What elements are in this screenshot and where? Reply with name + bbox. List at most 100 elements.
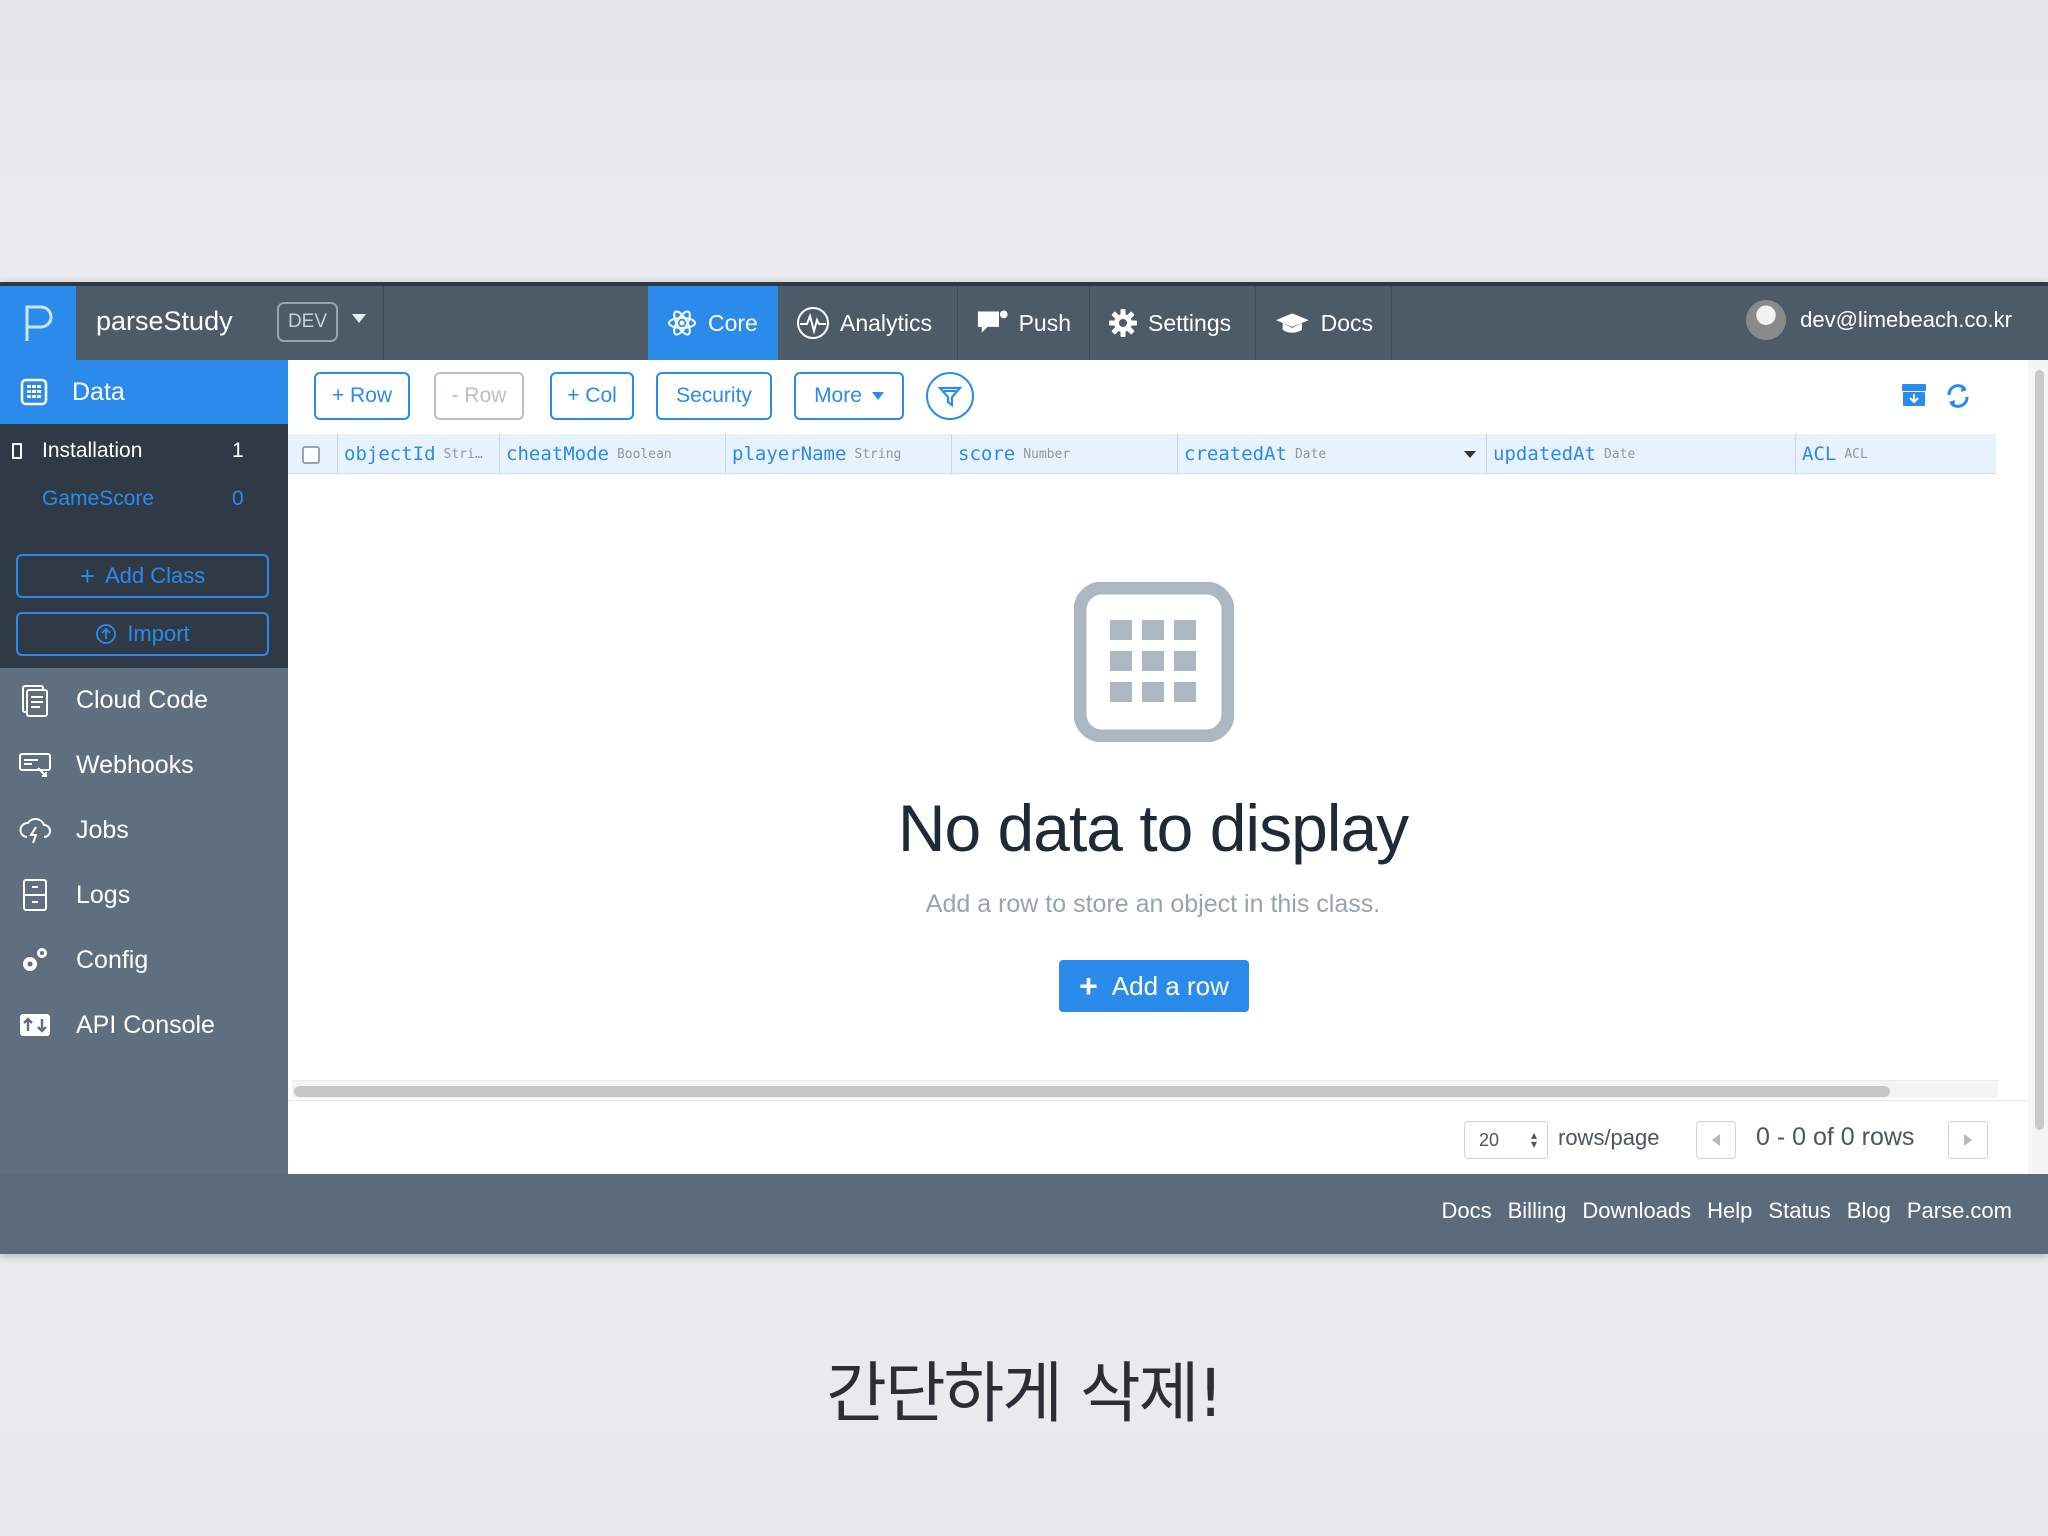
footer-link-downloads[interactable]: Downloads [1582, 1198, 1691, 1224]
sort-descending-icon[interactable] [1464, 451, 1476, 458]
tab-analytics-label: Analytics [840, 309, 933, 336]
sidebar-item-config[interactable]: Config [0, 928, 288, 992]
class-name: Installation [42, 439, 143, 462]
vertical-scrollbar-thumb[interactable] [2035, 370, 2044, 1130]
rows-per-page-label: rows/page [1558, 1125, 1660, 1150]
user-menu[interactable]: dev@limebeach.co.kr [1746, 300, 2012, 340]
class-count: 0 [232, 487, 244, 510]
footer-link-status[interactable]: Status [1768, 1198, 1830, 1224]
export-button[interactable] [1900, 382, 1928, 413]
gear-icon [1109, 309, 1137, 337]
cloud-bolt-icon [19, 818, 51, 844]
sidebar-item-webhooks[interactable]: Webhooks [0, 733, 288, 797]
sidebar-item-data[interactable]: Data [0, 360, 288, 424]
sidebar-item-label: Jobs [76, 815, 129, 844]
filter-button[interactable] [926, 372, 974, 420]
funnel-icon [937, 386, 963, 408]
rows-per-page-value: 20 [1479, 1129, 1500, 1150]
column-type: ACL [1844, 446, 1868, 462]
app-switcher-caret-icon[interactable] [352, 314, 366, 323]
gears-icon [23, 948, 47, 971]
prev-page-button[interactable] [1696, 1121, 1736, 1159]
select-all-checkbox[interactable] [302, 446, 320, 464]
column-type: Stri… [443, 446, 483, 462]
sidebar: Data Installation 1 GameScore 0 + Add Cl… [0, 360, 288, 1174]
sidebar-item-label: Data [72, 377, 125, 406]
add-row-button[interactable]: + Add a row [1059, 960, 1249, 1012]
column-name: cheatMode [506, 443, 609, 465]
pagination-info: 0 - 0 of 0 rows [1756, 1123, 1915, 1151]
remove-row-button[interactable]: - Row [434, 372, 524, 420]
sidebar-item-jobs[interactable]: Jobs [0, 798, 288, 862]
add-row-toolbar-button[interactable]: + Row [314, 372, 410, 420]
footer-link-help[interactable]: Help [1707, 1198, 1752, 1224]
pagination-bar: 20 ▴ ▾ rows/page 0 - 0 of 0 rows [288, 1100, 2028, 1174]
data-browser: + Row - Row + Col Security More objectId… [288, 360, 2048, 1174]
tab-settings-label: Settings [1148, 309, 1232, 336]
class-item-installation[interactable]: Installation 1 [0, 428, 288, 474]
empty-state-title: No data to display [897, 791, 1409, 865]
tab-push[interactable]: Push [958, 286, 1090, 360]
security-button[interactable]: Security [656, 372, 772, 420]
rows-per-page-select[interactable]: 20 ▴ ▾ [1464, 1121, 1548, 1159]
column-header-updatedat[interactable]: updatedAt Date [1487, 434, 1796, 474]
footer-link-docs[interactable]: Docs [1442, 1198, 1492, 1224]
class-count: 1 [232, 439, 244, 462]
tab-settings[interactable]: Settings [1090, 286, 1256, 360]
column-name: playerName [732, 443, 847, 465]
footer-link-parse[interactable]: Parse.com [1907, 1198, 2012, 1224]
stepper-arrows-icon: ▴ ▾ [1530, 1128, 1537, 1151]
add-class-button[interactable]: + Add Class [16, 554, 269, 598]
triangle-left-icon [1712, 1134, 1720, 1146]
column-header-score[interactable]: score Number [952, 434, 1178, 474]
column-header-objectid[interactable]: objectId Stri… [338, 434, 500, 474]
tab-analytics[interactable]: Analytics [778, 286, 958, 360]
column-name: objectId [344, 443, 436, 465]
graduation-cap-icon [1275, 313, 1309, 333]
add-row-label: Add a row [1111, 970, 1229, 1001]
select-all-cell [288, 434, 338, 474]
app-name[interactable]: parseStudy [96, 306, 233, 337]
horizontal-scrollbar-thumb[interactable] [294, 1086, 1890, 1097]
sidebar-item-cloud-code[interactable]: Cloud Code [0, 668, 288, 732]
table-grid-icon [1073, 581, 1235, 747]
import-button[interactable]: Import [16, 612, 269, 656]
more-label: More [814, 384, 862, 407]
import-label: Import [127, 621, 190, 646]
column-header-createdat[interactable]: createdAt Date [1178, 434, 1487, 474]
transfer-arrows-icon [20, 1014, 50, 1036]
slide-caption: 간단하게 삭제! [826, 1355, 1224, 1432]
parse-logo[interactable] [0, 286, 76, 360]
env-badge[interactable]: DEV [277, 302, 338, 342]
sidebar-item-api-console[interactable]: API Console [0, 993, 288, 1057]
sidebar-item-label: Logs [76, 880, 131, 909]
column-header-playername[interactable]: playerName String [726, 434, 952, 474]
refresh-icon [1947, 384, 1969, 408]
column-name: ACL [1802, 443, 1837, 465]
user-email: dev@limebeach.co.kr [1800, 307, 2012, 332]
footer-link-billing[interactable]: Billing [1508, 1198, 1567, 1224]
column-name: createdAt [1184, 443, 1287, 465]
sidebar-item-logs[interactable]: Logs [0, 863, 288, 927]
refresh-button[interactable] [1944, 382, 1972, 415]
add-column-button[interactable]: + Col [550, 372, 634, 420]
footer-link-blog[interactable]: Blog [1847, 1198, 1891, 1224]
more-button[interactable]: More [794, 372, 904, 420]
table-icon [20, 378, 48, 406]
tab-push-label: Push [1018, 309, 1071, 336]
webhook-icon [19, 753, 51, 777]
sidebar-item-label: Cloud Code [76, 685, 209, 714]
pulse-icon [797, 307, 829, 339]
column-type: Boolean [616, 446, 672, 462]
column-type: Date [1603, 446, 1636, 462]
class-item-gamescore[interactable]: GameScore 0 [0, 476, 288, 522]
sidebar-item-label: Webhooks [76, 750, 194, 779]
column-header-acl[interactable]: ACL ACL [1796, 434, 1996, 474]
column-header-cheatmode[interactable]: cheatMode Boolean [500, 434, 726, 474]
tab-docs-label: Docs [1320, 309, 1373, 336]
tab-docs[interactable]: Docs [1256, 286, 1392, 360]
plus-icon: + [79, 561, 95, 591]
column-type: Date [1294, 446, 1327, 462]
next-page-button[interactable] [1948, 1121, 1988, 1159]
tab-core[interactable]: Core [648, 286, 778, 360]
